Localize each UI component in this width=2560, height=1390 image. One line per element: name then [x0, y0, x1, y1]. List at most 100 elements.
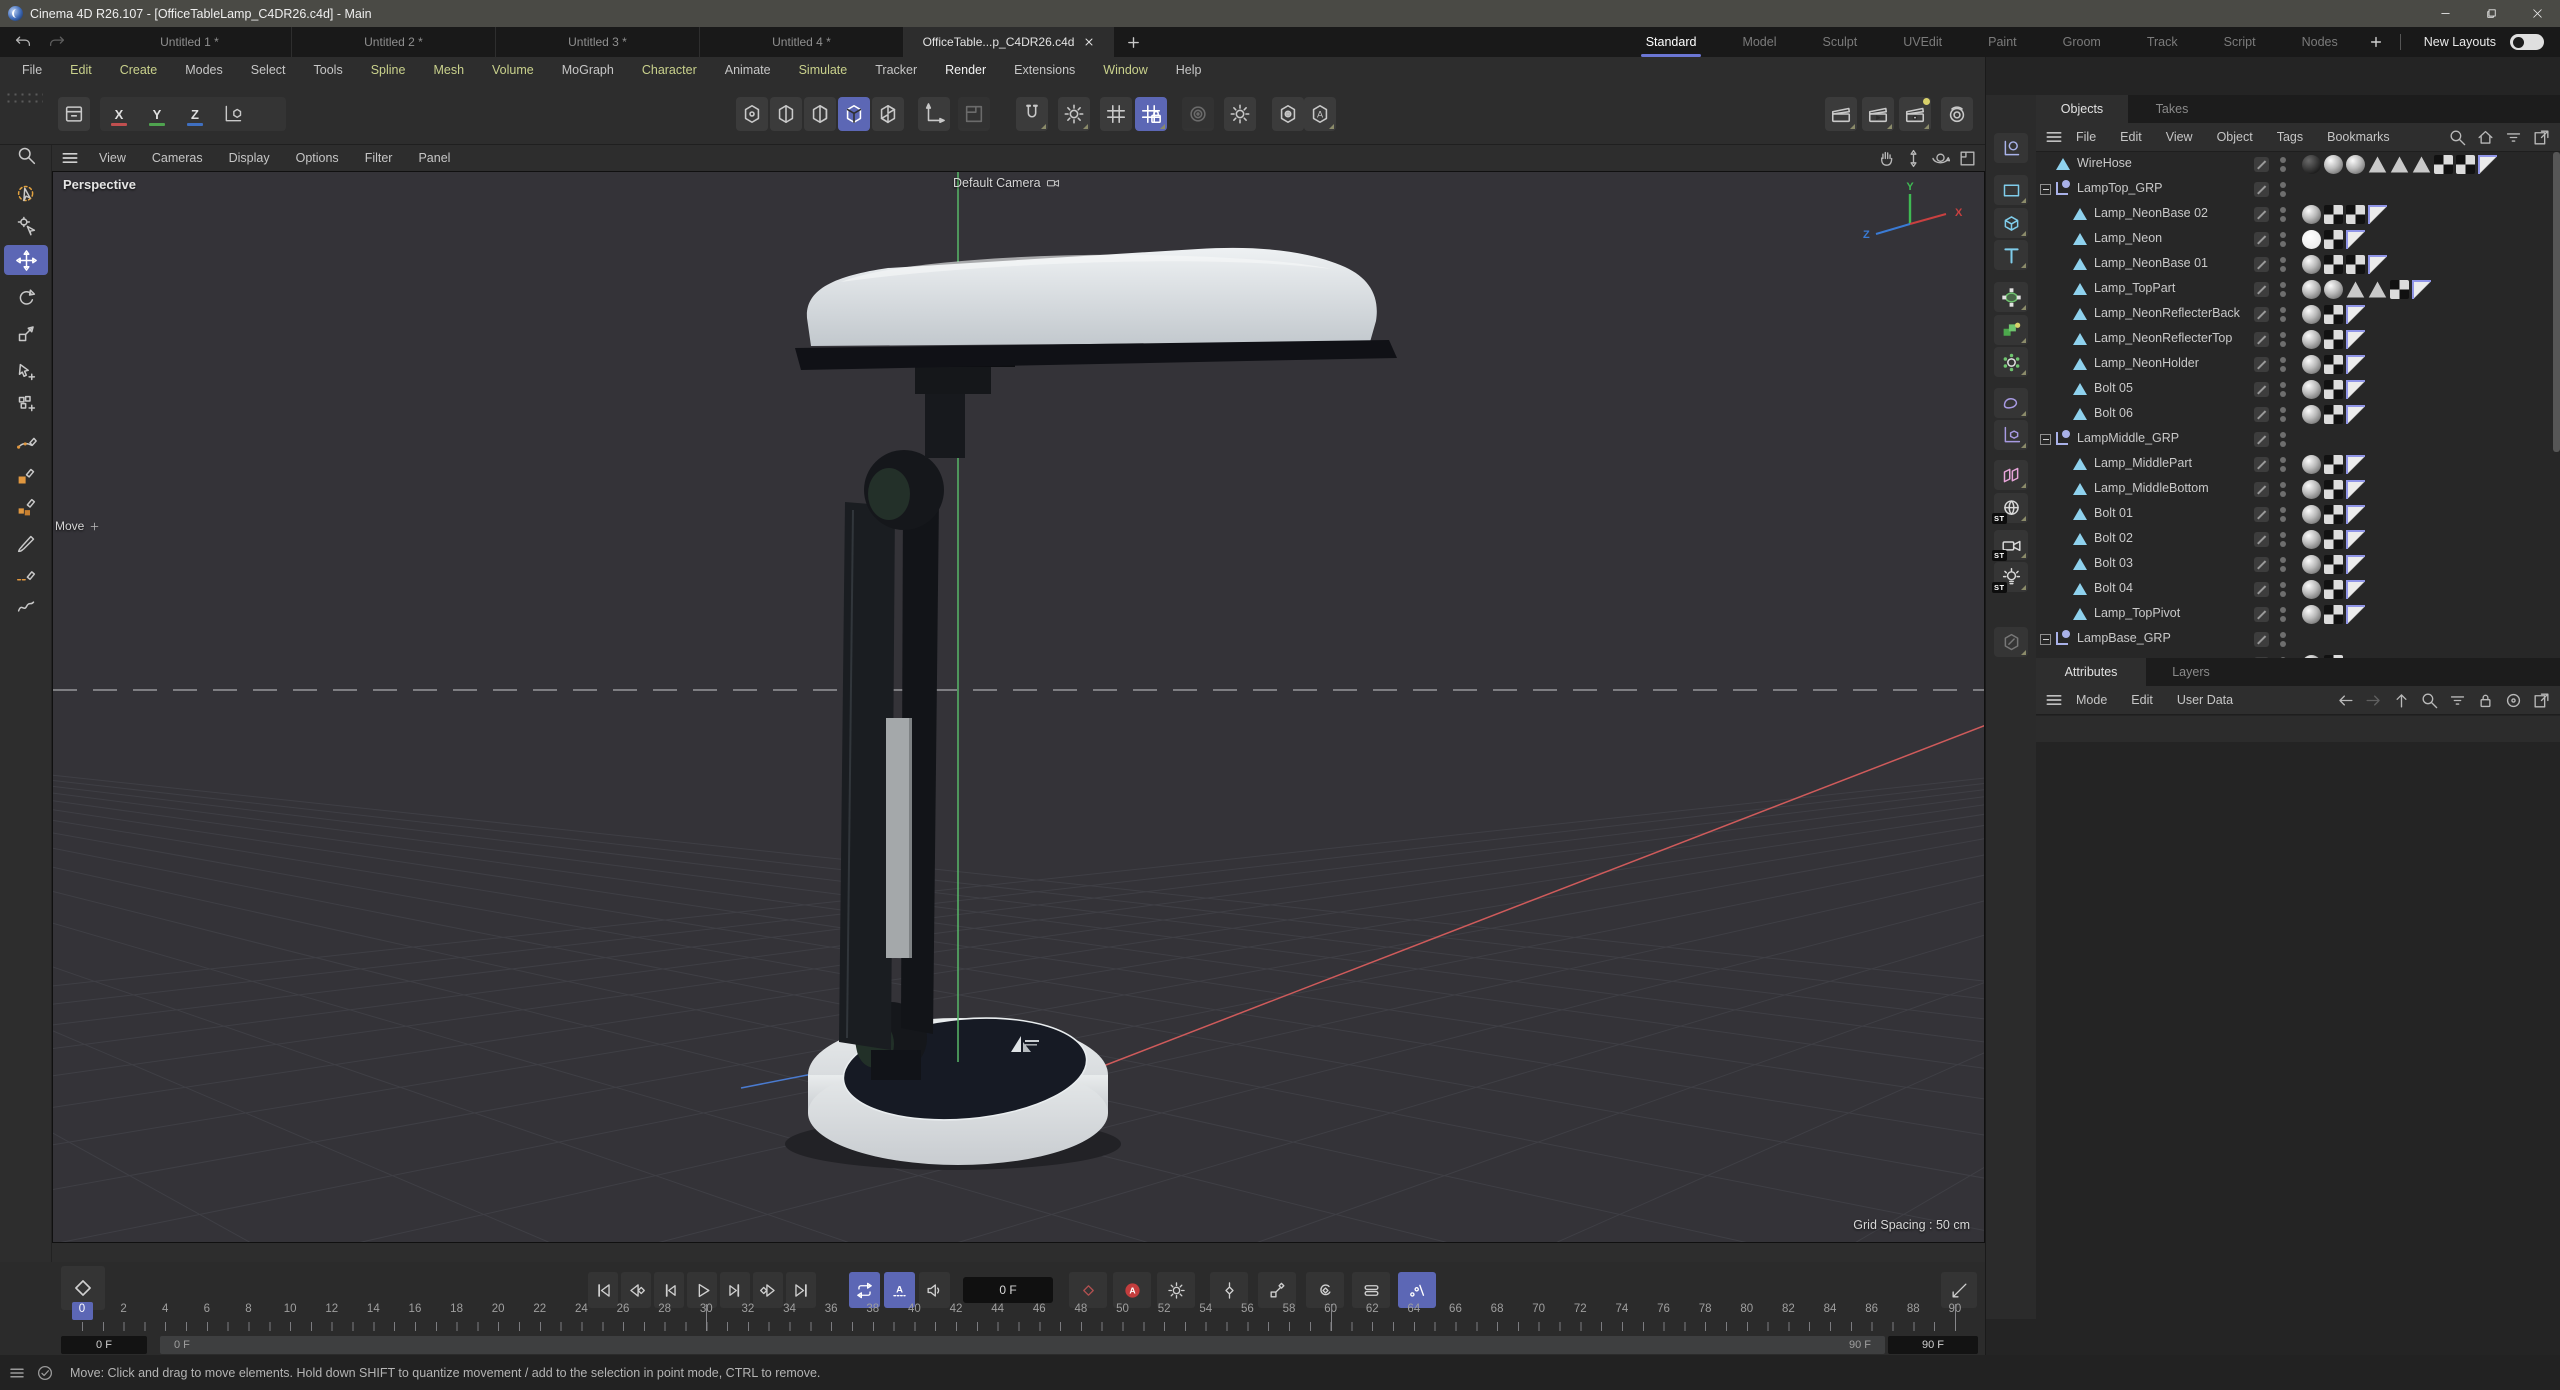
uvw-tag-icon[interactable] — [2324, 305, 2343, 324]
viewport-filter-button[interactable] — [1272, 97, 1304, 131]
display-tag-icon[interactable] — [2346, 480, 2365, 499]
menu-extensions[interactable]: Extensions — [1000, 63, 1089, 77]
menu-window[interactable]: Window — [1089, 63, 1161, 77]
material-tag-icon[interactable] — [2302, 605, 2321, 624]
null-object-button[interactable] — [1994, 133, 2028, 163]
display-tag-icon[interactable] — [2368, 255, 2387, 274]
material-tag-icon[interactable] — [2324, 155, 2343, 174]
display-tag-icon[interactable] — [2478, 155, 2497, 174]
ruler-frame-number[interactable]: 46 — [1033, 1303, 1046, 1315]
tab-attributes[interactable]: Attributes — [2036, 658, 2146, 686]
layer-toggle-icon[interactable] — [2254, 182, 2269, 197]
phong-tag-icon[interactable] — [2368, 156, 2387, 173]
filter-icon[interactable] — [2504, 128, 2523, 147]
layout-tab-nodes[interactable]: Nodes — [2279, 27, 2361, 57]
layer-toggle-icon[interactable] — [2254, 357, 2269, 372]
ruler-frame-number[interactable]: 40 — [908, 1303, 921, 1315]
object-tree-row[interactable]: LampTop_GRP — [2036, 177, 2560, 202]
menu-simulate[interactable]: Simulate — [785, 63, 862, 77]
coordinate-system-button[interactable] — [214, 97, 252, 131]
material-tag-icon[interactable] — [2302, 480, 2321, 499]
orbit-view-icon[interactable] — [1931, 149, 1950, 168]
spline-smooth-tool-button[interactable] — [4, 591, 48, 621]
tab-layers[interactable]: Layers — [2146, 658, 2236, 686]
range-slider[interactable]: 0 F 90 F — [160, 1336, 1885, 1354]
array-object-button[interactable] — [1994, 347, 2028, 377]
menu-mograph[interactable]: MoGraph — [548, 63, 628, 77]
camera-object-button[interactable]: ST — [1992, 530, 2028, 561]
volume-builder-button[interactable] — [1994, 315, 2028, 345]
model-mode-button[interactable] — [838, 97, 870, 131]
visibility-dots-icon[interactable] — [2280, 257, 2286, 263]
live-selection-tool-button[interactable] — [4, 178, 48, 208]
object-name[interactable]: LampTop_GRP — [2077, 181, 2162, 195]
ruler-frame-number[interactable]: 54 — [1199, 1303, 1212, 1315]
object-name[interactable]: LampMiddle_GRP — [2077, 431, 2179, 445]
ruler-frame-number[interactable]: 14 — [367, 1303, 380, 1315]
menu-render[interactable]: Render — [931, 63, 1000, 77]
menu-select[interactable]: Select — [237, 63, 300, 77]
document-tab[interactable]: Untitled 1 * — [88, 27, 292, 57]
auto-tool-button[interactable] — [1304, 97, 1336, 131]
tab-objects[interactable]: Objects — [2036, 95, 2128, 123]
menu-modes[interactable]: Modes — [171, 63, 237, 77]
layer-toggle-icon[interactable] — [2254, 582, 2269, 597]
modeling-ring-button[interactable] — [1182, 97, 1214, 131]
material-tag-icon[interactable] — [2302, 530, 2321, 549]
object-name[interactable]: Lamp_MiddleBottom — [2094, 481, 2209, 495]
focus-target-icon[interactable] — [2504, 691, 2523, 710]
ruler-frame-number[interactable]: 56 — [1241, 1303, 1254, 1315]
object-name[interactable]: Bolt 01 — [2094, 506, 2133, 520]
uvw-tag-icon[interactable] — [2456, 155, 2475, 174]
ruler-frame-number[interactable]: 34 — [783, 1303, 796, 1315]
go-to-next-key-button[interactable] — [753, 1272, 783, 1308]
document-tab[interactable]: Untitled 2 * — [292, 27, 496, 57]
material-tag-icon[interactable] — [2302, 230, 2321, 249]
object-tree-row[interactable]: LampBase_GRP — [2036, 627, 2560, 652]
layer-toggle-icon[interactable] — [2254, 457, 2269, 472]
object-tree-row[interactable]: Bolt 01 — [2036, 502, 2560, 527]
material-tag-icon[interactable] — [2302, 330, 2321, 349]
attribute-search-icon[interactable] — [2420, 691, 2439, 710]
toolbar-drag-handle[interactable] — [5, 91, 43, 104]
close-button[interactable] — [2514, 0, 2560, 27]
render-view-cabinet-button[interactable] — [58, 97, 90, 131]
viewport-hamburger-icon[interactable] — [60, 148, 80, 168]
uvw-tag-icon[interactable] — [2324, 330, 2343, 349]
layer-toggle-icon[interactable] — [2254, 557, 2269, 572]
lamp-model[interactable] — [785, 172, 1397, 1170]
attribute-menu-hamburger-icon[interactable] — [2044, 690, 2064, 710]
ruler-frame-number[interactable]: 44 — [991, 1303, 1004, 1315]
ruler-frame-number[interactable]: 72 — [1574, 1303, 1587, 1315]
display-tag-icon[interactable] — [2346, 505, 2365, 524]
viewport-menu-cameras[interactable]: Cameras — [139, 151, 216, 165]
ruler-frame-number[interactable]: 24 — [575, 1303, 588, 1315]
cube-primitive-button[interactable] — [1994, 208, 2028, 238]
menu-create[interactable]: Create — [106, 63, 172, 77]
uvw-tag-icon[interactable] — [2324, 480, 2343, 499]
display-tag-icon[interactable] — [2346, 555, 2365, 574]
viewport-menu-options[interactable]: Options — [283, 151, 352, 165]
object-name[interactable]: Bolt 02 — [2094, 531, 2133, 545]
object-name[interactable]: Lamp_NeonBase 02 — [2094, 206, 2208, 220]
render-region-button[interactable] — [1862, 97, 1894, 131]
ruler-frame-number[interactable]: 36 — [825, 1303, 838, 1315]
axis-lock-x-button[interactable]: X — [100, 97, 138, 131]
material-tag-icon[interactable] — [2302, 305, 2321, 324]
text-object-button[interactable] — [1994, 240, 2028, 270]
ruler-frame-number[interactable]: 52 — [1158, 1303, 1171, 1315]
visibility-dots-icon[interactable] — [2280, 282, 2286, 288]
ruler-frame-number[interactable]: 0 — [79, 1303, 85, 1315]
brush-tool-button[interactable] — [4, 528, 48, 558]
detach-attributes-icon[interactable] — [2532, 691, 2551, 710]
ruler-frame-number[interactable]: 64 — [1407, 1303, 1420, 1315]
visibility-dots-icon[interactable] — [2280, 382, 2286, 388]
light-object-button[interactable]: ST — [1992, 562, 2028, 593]
new-document-tab-button[interactable] — [1114, 27, 1152, 57]
ruler-frame-number[interactable]: 42 — [950, 1303, 963, 1315]
redo-button[interactable] — [42, 30, 72, 54]
layer-toggle-icon[interactable] — [2254, 207, 2269, 222]
object-name[interactable]: Lamp_TopPivot — [2094, 606, 2180, 620]
material-tag-icon[interactable] — [2302, 580, 2321, 599]
collapse-expander[interactable] — [2040, 634, 2051, 645]
